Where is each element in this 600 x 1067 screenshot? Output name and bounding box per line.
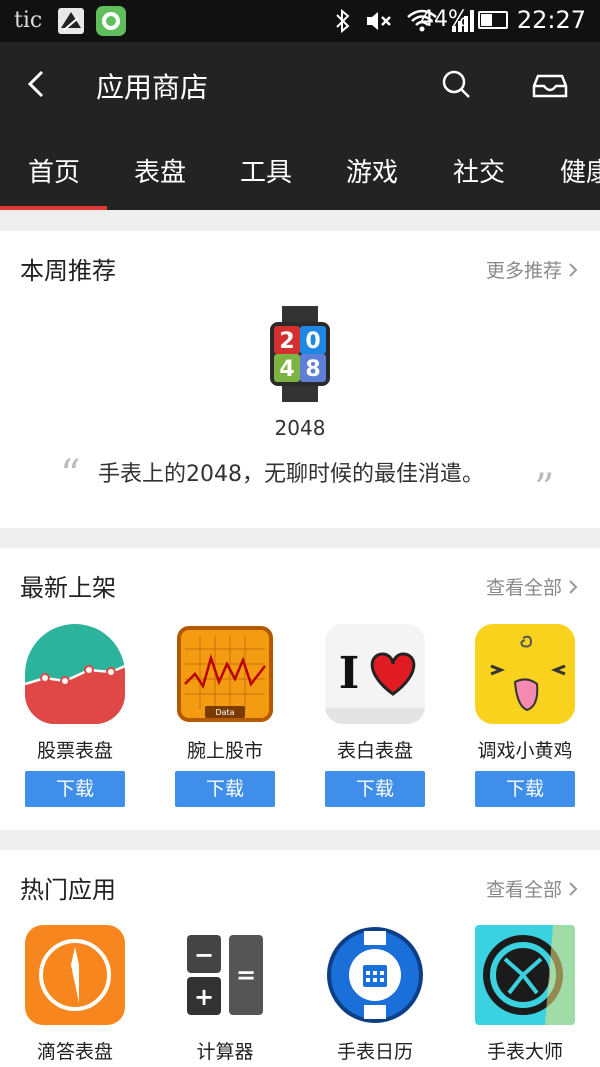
chevron-right-icon [569,579,578,594]
data-caption: Data [215,708,234,717]
plus-symbol: + [194,983,214,1011]
chevron-right-icon [569,262,578,277]
tab-health[interactable]: 健康 [560,152,600,189]
stock-market-icon: Data [175,624,275,724]
app-name: 调戏小黄鸡 [477,740,573,762]
view-all-label: 查看全部 [485,577,562,599]
tile-0: 0 [305,329,320,354]
app-name: 计算器 [196,1041,254,1063]
tile-4: 4 [279,357,294,382]
game-2048-icon[interactable]: 2 0 4 8 [268,306,332,402]
back-icon[interactable] [18,64,58,104]
app-header: 应用商店 [0,42,600,128]
weekly-section-title: 本周推荐 [20,257,116,285]
watch-master-icon [475,925,575,1025]
app-item-love-watchface[interactable]: I 表白表盘 下载 [320,624,430,807]
open-quote-icon: “ [60,452,81,498]
tab-watchface[interactable]: 表盘 [134,152,186,189]
app-item-yellow-chick[interactable]: 调戏小黄鸡 下载 [470,624,580,807]
app-name: 手表大师 [486,1041,563,1063]
letter-i: I [339,648,360,699]
app-name: 表白表盘 [336,740,413,762]
calculator-icon: − = + [175,925,275,1025]
view-all-label: 查看全部 [485,879,562,901]
view-all-popular-link[interactable]: 查看全部 [486,875,578,902]
latest-section-title: 最新上架 [20,574,116,602]
download-button[interactable]: 下载 [25,771,125,807]
wechat-notification-icon [96,6,126,36]
download-button[interactable]: 下载 [175,771,275,807]
battery-percent: 44% [420,7,469,32]
tile-8: 8 [305,357,320,382]
featured-app-description: 手表上的2048，无聊时候的最佳消遣。 [98,462,484,487]
app-item-watch-master[interactable]: 手表大师 [470,925,580,1064]
tick-watchface-icon [25,925,125,1025]
tab-games[interactable]: 游戏 [346,152,398,189]
active-tab-indicator [0,206,107,210]
battery-icon [478,11,508,29]
download-button[interactable]: 下载 [475,771,575,807]
notification-app-icon [58,8,84,34]
watch-calendar-icon [325,925,425,1025]
popular-section-title: 热门应用 [20,876,116,904]
carrier-label: tic [14,8,43,33]
tab-home[interactable]: 首页 [28,152,80,189]
i-love-icon: I [325,624,425,724]
download-button[interactable]: 下载 [325,771,425,807]
equals-symbol: = [236,961,256,989]
app-name: 滴答表盘 [36,1041,113,1063]
tile-2: 2 [279,329,294,354]
tab-tools[interactable]: 工具 [240,152,292,189]
view-all-latest-link[interactable]: 查看全部 [486,573,578,600]
app-name: 手表日历 [336,1041,413,1063]
category-tabs: 首页 表盘 工具 游戏 社交 健康 [0,128,600,210]
app-item-watch-calendar[interactable]: 手表日历 [320,925,430,1064]
search-icon[interactable] [436,64,476,104]
app-item-tick-watchface[interactable]: 滴答表盘 [20,925,130,1064]
app-item-wrist-stock[interactable]: Data 腕上股市 下载 [170,624,280,807]
mute-icon [367,12,391,30]
app-name: 腕上股市 [186,740,263,762]
more-recommend-link[interactable]: 更多推荐 [486,256,578,283]
app-name: 股票表盘 [36,740,113,762]
bluetooth-icon [336,8,350,34]
yellow-chick-icon [475,624,575,724]
minus-symbol: − [194,941,214,969]
stock-chart-icon [25,624,125,724]
inbox-icon[interactable] [530,64,570,104]
page-title: 应用商店 [96,71,209,104]
featured-app-name[interactable]: 2048 [0,416,600,440]
app-item-calculator[interactable]: − = + 计算器 [170,925,280,1064]
chevron-right-icon [569,881,578,896]
tab-social[interactable]: 社交 [453,152,505,189]
more-recommend-label: 更多推荐 [485,260,562,282]
app-item-stock-watchface[interactable]: 股票表盘 下载 [20,624,130,807]
clock: 22:27 [516,6,586,34]
status-bar: tic 44% 22:27 [0,0,600,42]
close-quote-icon: ” [534,466,555,512]
